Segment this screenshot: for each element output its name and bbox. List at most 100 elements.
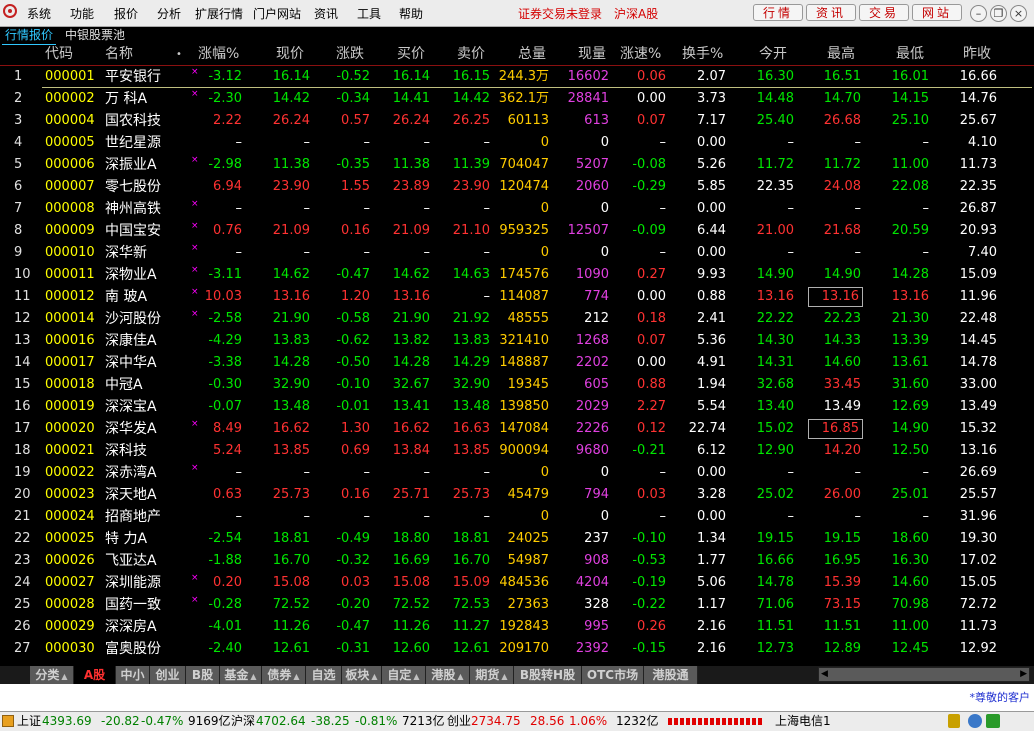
category-tab[interactable]: 港股 ▲ (426, 666, 470, 684)
table-row[interactable]: 26 000029 深深房A -4.01 11.26 -0.47 11.26 11.27 192… (0, 616, 1034, 638)
column-header[interactable]: 昨收 (963, 44, 991, 65)
table-row[interactable]: 19 000022 深赤湾A × – – – – –0 0–0.00– – –26.69 (0, 462, 1034, 484)
table-row[interactable]: 2 000002 万 科A × -2.30 14.42 -0.34 14.41 14.42 362… (0, 88, 1034, 110)
menu-portal[interactable]: 门户网站 (253, 5, 301, 22)
capital-flow-indicator[interactable] (668, 718, 764, 725)
menu-system[interactable]: 系统 (27, 5, 51, 22)
column-header[interactable]: 最低 (896, 44, 924, 65)
scroll-left-icon[interactable]: ◀ (821, 669, 828, 679)
column-header[interactable]: 买价 (397, 44, 425, 65)
cell-vol: 0 (540, 509, 549, 524)
table-row[interactable]: 13 000016 深康佳A -4.29 13.83 -0.62 13.82 13.83 321… (0, 330, 1034, 352)
column-header[interactable]: 最高 (827, 44, 855, 65)
table-row[interactable]: 14 000017 深中华A -3.38 14.28 -0.50 14.28 14.29 148… (0, 352, 1034, 374)
lock-icon[interactable] (948, 714, 960, 728)
column-header[interactable]: 代码 (45, 44, 73, 65)
category-tab[interactable]: B股 (186, 666, 220, 684)
table-row[interactable]: 3 000004 国农科技 2.22 26.24 0.57 26.24 26.25 60113 6… (0, 110, 1034, 132)
menu-news[interactable]: 资讯 (314, 5, 338, 22)
category-tab[interactable]: OTC市场 (582, 666, 644, 684)
menu-help[interactable]: 帮助 (399, 5, 423, 22)
server-name[interactable]: 上海电信1 (775, 712, 831, 730)
table-row[interactable]: 25 000028 国药一致 × -0.28 72.52 -0.20 72.52 72.53 27… (0, 594, 1034, 616)
table-row[interactable]: 20 000023 深天地A 0.63 25.73 0.16 25.71 25.73 45479… (0, 484, 1034, 506)
column-header[interactable]: • (176, 44, 182, 65)
table-row[interactable]: 10 000011 深物业A × -3.11 14.62 -0.47 14.62 14.63 17… (0, 264, 1034, 286)
trade-button[interactable]: 交易 (859, 4, 909, 21)
menu-analysis[interactable]: 分析 (157, 5, 181, 22)
scroll-right-icon[interactable]: ▶ (1020, 669, 1027, 679)
cell-chg: – (235, 465, 243, 480)
table-row[interactable]: 22 000025 特 力A -2.54 18.81 -0.49 18.80 18.81 240… (0, 528, 1034, 550)
menu-tools[interactable]: 工具 (357, 5, 381, 22)
table-row[interactable]: 7 000008 神州高铁 × – – – – –0 0–0.00– – –26.87 (0, 198, 1034, 220)
table-row[interactable]: 16 000019 深深宝A -0.07 13.48 -0.01 13.41 13.48 139… (0, 396, 1034, 418)
table-row[interactable]: 9 000010 深华新 × – – – – –0 0–0.00– – –7.40 (0, 242, 1034, 264)
category-tab[interactable]: A股 (74, 666, 116, 684)
quote-button[interactable]: 行情 (753, 4, 803, 21)
table-row[interactable]: 15 000018 中冠A -0.30 32.90 -0.10 32.67 32.90 1934… (0, 374, 1034, 396)
menu-function[interactable]: 功能 (70, 5, 94, 22)
connection-icon[interactable] (986, 714, 1000, 728)
cy-label[interactable]: 创业 (447, 712, 471, 730)
folder-icon[interactable] (2, 715, 14, 727)
market-label[interactable]: 沪深A股 (614, 5, 658, 22)
category-tab[interactable]: 基金 ▲ (220, 666, 262, 684)
column-header[interactable]: 现量 (578, 44, 606, 65)
table-row[interactable]: 12 000014 沙河股份 × -2.58 21.90 -0.58 21.90 21.92 48… (0, 308, 1034, 330)
column-header[interactable]: 名称 (105, 44, 133, 65)
close-icon[interactable]: × (1010, 5, 1027, 22)
table-row[interactable]: 5 000006 深振业A × -2.98 11.38 -0.35 11.38 11.39 704… (0, 154, 1034, 176)
category-tab[interactable]: 分类 ▲ (30, 666, 74, 684)
column-header[interactable]: 涨速% (620, 44, 661, 65)
column-header[interactable]: 卖价 (457, 44, 485, 65)
table-row[interactable]: 27 000030 富奥股份 -2.40 12.61 -0.31 12.60 12.61 209… (0, 638, 1034, 660)
column-header[interactable]: 今开 (759, 44, 787, 65)
table-row[interactable]: 1 000001 平安银行 × -3.12 16.14 -0.52 16.14 16.15 244… (0, 66, 1034, 88)
tab-quote[interactable]: 行情报价 (2, 27, 57, 45)
table-row[interactable]: 23 000026 飞亚达A -1.88 16.70 -0.32 16.69 16.70 549… (0, 550, 1034, 572)
column-header[interactable]: 总量 (518, 44, 546, 65)
sh-label[interactable]: 上证 (17, 712, 41, 730)
category-tab[interactable]: 创业 (150, 666, 186, 684)
cell-code: 000002 (45, 91, 95, 106)
table-row[interactable]: 18 000021 深科技 5.24 13.85 0.69 13.84 13.85 900094… (0, 440, 1034, 462)
table-row[interactable]: 17 000020 深华发A × 8.49 16.62 1.30 16.62 16.63 1470… (0, 418, 1034, 440)
notice-text[interactable]: *尊敬的客户 (970, 689, 1031, 705)
category-tab[interactable]: B股转H股 (514, 666, 582, 684)
category-tab[interactable]: 港股通 (644, 666, 698, 684)
table-row[interactable]: 21 000024 招商地产 – – – – – 0 0 – 0.00 – – – 31.96 (0, 506, 1034, 528)
cell-open: 19.15 (756, 531, 794, 546)
cell-bid: 13.41 (392, 399, 430, 414)
cell-open: 16.66 (756, 553, 794, 568)
website-button[interactable]: 网站 (912, 4, 962, 21)
restore-icon[interactable]: ❐ (990, 5, 1007, 22)
menu-quote[interactable]: 报价 (114, 5, 138, 22)
trade-login-status[interactable]: 证券交易未登录 (518, 5, 602, 22)
horizontal-scrollbar[interactable]: ◀ ▶ (818, 667, 1030, 682)
hs-label[interactable]: 沪深 (231, 712, 255, 730)
network-icon[interactable] (968, 714, 982, 728)
minimize-icon[interactable]: – (970, 5, 987, 22)
cell-prev: 15.32 (959, 421, 997, 436)
table-row[interactable]: 24 000027 深圳能源 × 0.20 15.08 0.03 15.08 15.09 4845… (0, 572, 1034, 594)
table-row[interactable]: 6 000007 零七股份 6.94 23.90 1.55 23.89 23.90 120474… (0, 176, 1034, 198)
table-row[interactable]: 4 000005 世纪星源 – – – – – 0 0 – 0.00 – – – 4.10 (0, 132, 1034, 154)
tab-stock-pool[interactable]: 中银股票池 (62, 27, 128, 44)
table-row[interactable]: 8 000009 中国宝安 × 0.76 21.09 0.16 21.09 21.10 95932… (0, 220, 1034, 242)
category-tab[interactable]: 板块 ▲ (342, 666, 382, 684)
category-tab[interactable]: 债券 ▲ (262, 666, 306, 684)
category-tab[interactable]: 自定 ▲ (382, 666, 426, 684)
category-tab[interactable]: 自选 (306, 666, 342, 684)
category-tab[interactable]: 期货 ▲ (470, 666, 514, 684)
cell-cur: 774 (584, 289, 609, 304)
menu-extended-quote[interactable]: 扩展行情 (195, 5, 243, 22)
category-tab[interactable]: 中小 (116, 666, 150, 684)
column-header[interactable]: 涨幅% (198, 44, 239, 65)
news-button[interactable]: 资讯 (806, 4, 856, 21)
app-logo-icon[interactable] (3, 4, 17, 18)
column-header[interactable]: 现价 (276, 44, 304, 65)
table-row[interactable]: 11 000012 南 玻A × 10.03 13.16 1.20 13.16–114087 7… (0, 286, 1034, 308)
column-header[interactable]: 换手% (682, 44, 723, 65)
column-header[interactable]: 涨跌 (336, 44, 364, 65)
